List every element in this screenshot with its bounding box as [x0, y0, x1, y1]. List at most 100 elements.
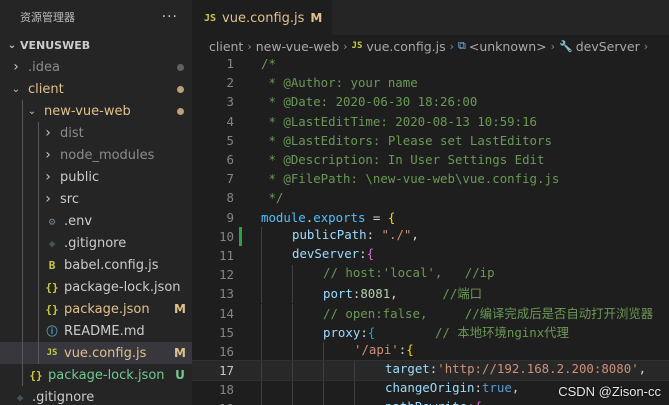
gutter	[238, 73, 261, 92]
file-type-icon: {}	[29, 368, 43, 382]
code-line[interactable]: 6 * @Description: In User Settings Edit	[192, 150, 669, 169]
gutter	[238, 380, 261, 399]
tree-item-label: vue.config.js	[64, 345, 147, 361]
code-token: module	[261, 209, 306, 225]
code-text: * @LastEditTime: 2020-08-13 10:59:16	[261, 114, 537, 129]
code-line[interactable]: 5 * @LastEditors: Please set LastEditors	[192, 131, 669, 150]
git-status-dot	[168, 107, 192, 115]
indent-guide	[292, 265, 323, 285]
code-text: * @Date: 2020-06-30 18:26:00	[261, 94, 477, 109]
tree-folder[interactable]: › node_modules	[0, 144, 192, 166]
tree-item-label: .gitignore	[32, 389, 95, 405]
code-text: * @LastEditors: Please set LastEditors	[261, 133, 551, 148]
code-token: //端口	[442, 286, 483, 302]
code-token: 'http://192.168.2.200:8080'	[437, 361, 639, 377]
code-token: 8081	[360, 286, 391, 302]
tree-folder[interactable]: › public	[0, 166, 192, 188]
tree-folder[interactable]: › .idea	[0, 56, 192, 78]
code-line[interactable]: 3 * @Date: 2020-06-30 18:26:00	[192, 92, 669, 111]
project-name: VENUSWEB	[20, 38, 91, 52]
code-line[interactable]: 8 */	[192, 188, 669, 207]
indent-guide	[38, 320, 39, 342]
indent-guide	[22, 364, 23, 386]
tree-folder[interactable]: ⌄ client	[0, 78, 192, 100]
code-text: * @Author: your name	[261, 75, 417, 90]
breadcrumb-client[interactable]: client	[209, 39, 243, 54]
tree-file[interactable]: {} package-lock.json U	[0, 364, 192, 386]
tree-file[interactable]: {} package-lock.json	[0, 276, 192, 298]
chevron-right-icon: ›	[45, 169, 51, 185]
code-line[interactable]: 19 pathRewrite:{	[192, 399, 669, 405]
gutter	[238, 361, 261, 380]
code-token: * @Description: In User Settings Edit	[261, 152, 545, 168]
breadcrumb-new-vue-web[interactable]: new-vue-web	[256, 39, 339, 54]
code-line[interactable]: 17 target:'http://192.168.2.200:8080',	[192, 359, 669, 382]
indent-guide	[261, 361, 292, 381]
breadcrumb-unknown[interactable]: <unknown>	[469, 39, 547, 54]
line-number: 6	[226, 152, 234, 168]
gutter	[238, 284, 261, 303]
tree-file[interactable]: ◆ .gitignore	[0, 232, 192, 254]
code-text: // host:'local', //ip	[261, 265, 495, 285]
gutter	[238, 131, 261, 150]
git-status-dot	[168, 85, 192, 93]
file-type-icon: B	[48, 258, 56, 272]
code-line[interactable]: 9 module.exports = {	[192, 208, 669, 227]
breadcrumb-devserver[interactable]: devServer	[576, 39, 640, 54]
tree-item-label: .idea	[28, 59, 60, 75]
tree-folder[interactable]: › dist	[0, 122, 192, 144]
tree-file[interactable]: ⚙ .env	[0, 210, 192, 232]
code-line[interactable]: 11 devServer:{	[192, 245, 669, 265]
code-line[interactable]: 14 // open:false, //编译完成后是否自动打开浏览器	[192, 303, 669, 323]
code-editor[interactable]: 1/* 2 * @Author: your name 3 * @Date: 2020…	[192, 54, 669, 405]
gutter	[238, 188, 261, 207]
code-text: changeOrigin:true,	[261, 380, 520, 400]
more-actions-icon[interactable]: ···	[162, 9, 178, 25]
tree-folder[interactable]: › src	[0, 188, 192, 210]
gutter	[238, 303, 261, 322]
line-number: 3	[226, 94, 234, 110]
code-token: publicPath	[292, 226, 367, 242]
tree-item-label: new-vue-web	[44, 103, 131, 119]
indent-guide	[22, 188, 23, 210]
code-line[interactable]: 1 /*	[192, 54, 669, 73]
code-text: proxy:{ // 本地环境nginx代理	[261, 322, 569, 342]
gutter	[238, 265, 261, 284]
code-token: ,	[511, 380, 520, 396]
breadcrumb-file[interactable]: vue.config.js	[366, 39, 445, 54]
indent-guide	[292, 341, 323, 361]
code-line[interactable]: 7 * @FilePath: \new-vue-web\vue.config.j…	[192, 169, 669, 188]
indent-guide	[22, 100, 23, 122]
indent-guide	[292, 361, 323, 381]
gutter	[238, 54, 261, 73]
tree-folder[interactable]: ⌄ new-vue-web	[0, 100, 192, 122]
code-text: // open:false, //编译完成后是否自动打开浏览器	[261, 303, 653, 323]
watermark: CSDN @Zison-cc	[558, 384, 661, 399]
tree-file[interactable]: Bbabel.config.js	[0, 254, 192, 276]
indent-guide	[261, 303, 292, 323]
indent-guide	[354, 399, 385, 405]
tree-file[interactable]: JS vue.config.js M	[0, 342, 192, 364]
tree-file[interactable]: ◆ .gitignore	[0, 386, 192, 405]
code-line[interactable]: 10 publicPath: "./",	[192, 226, 669, 246]
project-section[interactable]: ⌄ VENUSWEB	[0, 34, 192, 56]
code-token: :	[467, 399, 474, 405]
code-line[interactable]: 16 '/api':{	[192, 341, 669, 361]
code-line[interactable]: 12 // host:'local', //ip	[192, 265, 669, 285]
code-line[interactable]: 15 proxy:{ // 本地环境nginx代理	[192, 322, 669, 342]
code-token: {	[475, 399, 482, 405]
code-token: changeOrigin	[385, 380, 475, 396]
indent-guide	[261, 265, 292, 285]
tree-file[interactable]: ⓘ README.md	[0, 320, 192, 342]
indent-guide	[261, 284, 292, 304]
line-number: 16	[219, 343, 234, 359]
code-text: port:8081, //端口	[261, 284, 483, 304]
line-number: 15	[219, 324, 234, 340]
code-line[interactable]: 2 * @Author: your name	[192, 73, 669, 92]
tree-file[interactable]: {} package.json M	[0, 298, 192, 320]
git-status-dot	[168, 63, 192, 71]
code-line[interactable]: 4 * @LastEditTime: 2020-08-13 10:59:16	[192, 112, 669, 131]
indent-guide	[323, 380, 354, 400]
tab-vue-config[interactable]: JS vue.config.js M	[192, 0, 333, 35]
code-line[interactable]: 13 port:8081, //端口	[192, 284, 669, 304]
